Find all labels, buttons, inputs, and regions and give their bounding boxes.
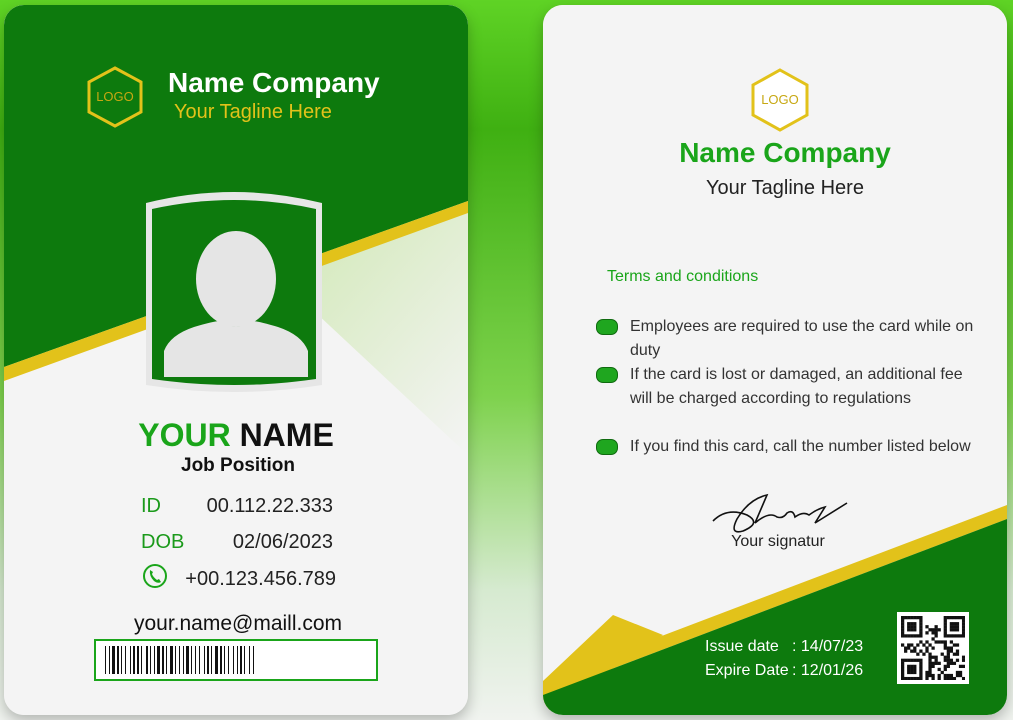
front-company-name: Name Company: [168, 67, 380, 98]
term-item: Employees are required to use the card w…: [596, 315, 1007, 363]
back-logo-text: LOGO: [761, 92, 799, 107]
signature-mark: [712, 493, 848, 533]
qr-code-icon: [901, 616, 965, 680]
id-card-front: LOGO Name Company Your Tagline Here YOUR…: [4, 5, 468, 715]
expire-date-label: Expire Date: [705, 662, 789, 679]
bullet-icon: [596, 439, 618, 455]
qr-code-box: [897, 612, 969, 684]
back-tagline: Your Tagline Here: [706, 177, 864, 199]
terms-title: Terms and conditions: [607, 268, 759, 285]
dob-value: 02/06/2023: [232, 531, 333, 553]
issue-date-label: Issue date: [705, 638, 779, 655]
person-silhouette-icon: [164, 231, 308, 377]
email-address: your.name@maill.com: [133, 612, 343, 635]
bullet-icon: [596, 367, 618, 383]
expire-date-value: : 12/01/26: [792, 662, 864, 679]
term-item: If you find this card, call the number l…: [596, 435, 971, 459]
holder-name-last: NAME: [239, 417, 334, 453]
signature-label: Your signatur: [731, 533, 825, 550]
bullet-icon: [596, 319, 618, 335]
barcode-box: [94, 639, 378, 681]
front-tagline: Your Tagline Here: [174, 101, 332, 123]
holder-name-first: YOUR: [138, 417, 231, 453]
back-company-name: Name Company: [679, 137, 891, 168]
term-item: If the card is lost or damaged, an addit…: [596, 363, 963, 411]
id-card-back: LOGO Name Company Your Tagline Here Term…: [543, 5, 1007, 715]
id-value: 00.112.22.333: [206, 495, 333, 517]
phone-number: +00.123.456.789: [185, 568, 336, 590]
issue-date-value: : 14/07/23: [792, 638, 864, 655]
job-position: Job Position: [181, 455, 295, 476]
front-logo-text: LOGO: [96, 89, 134, 104]
holder-name: YOUR NAME: [4, 417, 468, 454]
barcode-icon: [105, 646, 254, 674]
